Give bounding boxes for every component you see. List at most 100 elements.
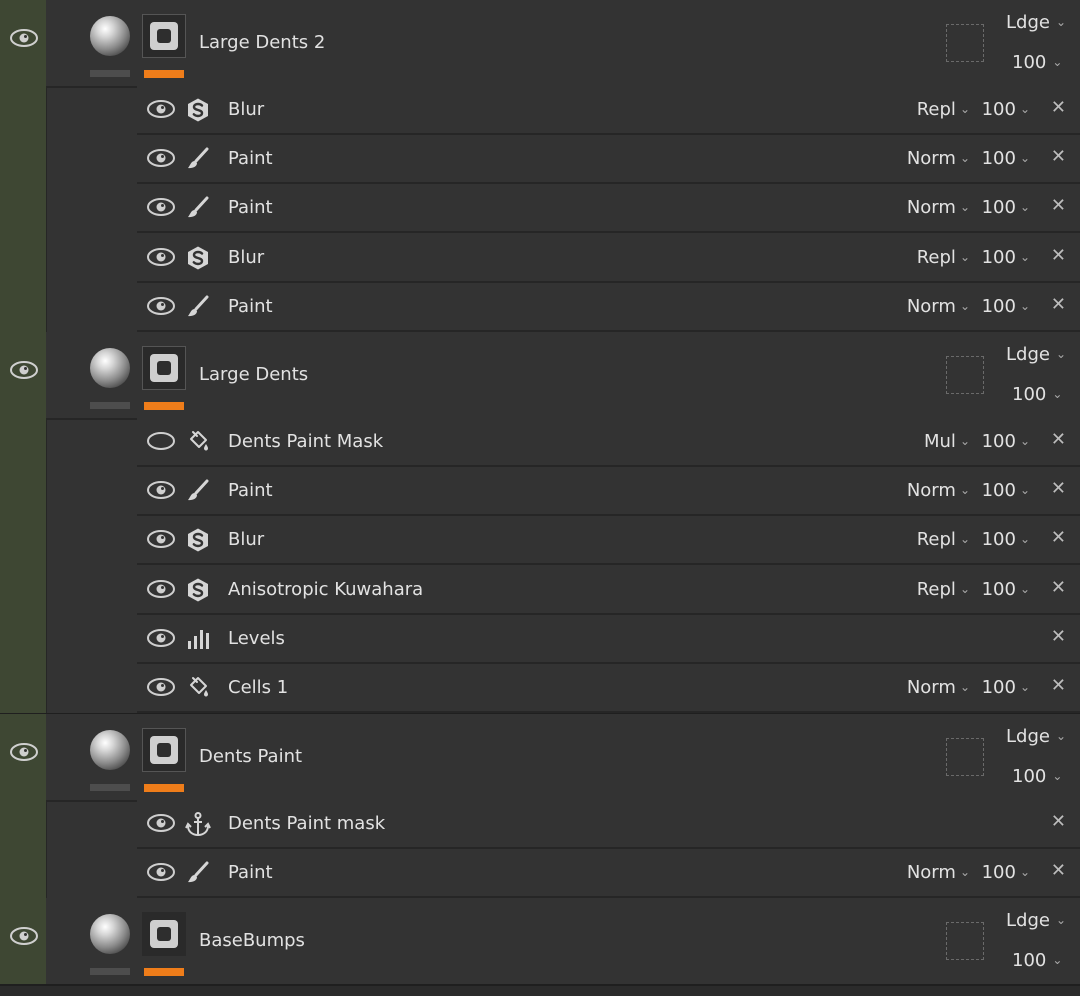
- material-preview-thumbnail[interactable]: [90, 914, 130, 954]
- channel-placeholder[interactable]: [946, 24, 984, 62]
- close-icon[interactable]: ✕: [1051, 245, 1066, 266]
- eye-icon[interactable]: [145, 812, 177, 834]
- effect-row[interactable]: Levels ✕: [137, 614, 1080, 664]
- blend-mode-dropdown[interactable]: Repl ⌄: [917, 529, 970, 550]
- opacity-dropdown[interactable]: 100 ⌄: [982, 431, 1030, 452]
- eye-icon[interactable]: [145, 627, 177, 649]
- close-icon[interactable]: ✕: [1051, 97, 1066, 118]
- group-blend-dropdown[interactable]: Ldge ⌄: [1006, 344, 1066, 365]
- blend-mode-dropdown[interactable]: Norm ⌄: [907, 480, 970, 501]
- effect-row[interactable]: Paint Norm ⌄ 100 ⌄ ✕: [137, 184, 1080, 234]
- opacity-dropdown[interactable]: 100 ⌄: [982, 247, 1030, 268]
- opacity-dropdown[interactable]: 100 ⌄: [982, 296, 1030, 317]
- effect-row[interactable]: Dents Paint mask ✕: [137, 800, 1080, 849]
- group-name[interactable]: Dents Paint: [199, 746, 302, 767]
- group-header[interactable]: Dents Paint Ldge ⌄ 100 ⌄: [46, 714, 1080, 802]
- channel-placeholder[interactable]: [946, 738, 984, 776]
- eye-icon[interactable]: [8, 27, 40, 49]
- eye-icon[interactable]: [8, 741, 40, 763]
- eye-icon[interactable]: [8, 925, 40, 947]
- blend-mode-dropdown[interactable]: Norm ⌄: [907, 862, 970, 883]
- blend-mode-dropdown[interactable]: Repl ⌄: [917, 99, 970, 120]
- effect-name[interactable]: Paint: [228, 148, 273, 169]
- blend-mode-dropdown[interactable]: Norm ⌄: [907, 296, 970, 317]
- close-icon[interactable]: ✕: [1051, 675, 1066, 696]
- opacity-dropdown[interactable]: 100 ⌄: [982, 480, 1030, 501]
- effect-name[interactable]: Cells 1: [228, 677, 288, 698]
- mask-thumbnail[interactable]: [142, 346, 186, 390]
- opacity-dropdown[interactable]: 100 ⌄: [982, 197, 1030, 218]
- effect-row[interactable]: Blur Repl ⌄ 100 ⌄ ✕: [137, 86, 1080, 135]
- effect-row[interactable]: Paint Norm ⌄ 100 ⌄ ✕: [137, 135, 1080, 185]
- material-preview-thumbnail[interactable]: [90, 348, 130, 388]
- effect-name[interactable]: Paint: [228, 296, 273, 317]
- group-name[interactable]: BaseBumps: [199, 930, 305, 951]
- opacity-dropdown[interactable]: 100 ⌄: [982, 529, 1030, 550]
- close-icon[interactable]: ✕: [1051, 811, 1066, 832]
- opacity-dropdown[interactable]: 100 ⌄: [982, 99, 1030, 120]
- eye-icon[interactable]: [145, 861, 177, 883]
- mask-thumbnail[interactable]: [142, 728, 186, 772]
- group-name[interactable]: Large Dents: [199, 364, 308, 385]
- close-icon[interactable]: ✕: [1051, 527, 1066, 548]
- eye-icon[interactable]: [8, 359, 40, 381]
- eye-icon[interactable]: [145, 98, 177, 120]
- eye-icon[interactable]: [145, 528, 177, 550]
- group-name[interactable]: Large Dents 2: [199, 32, 325, 53]
- effect-row[interactable]: Paint Norm ⌄ 100 ⌄ ✕: [137, 282, 1080, 332]
- blend-mode-dropdown[interactable]: Repl ⌄: [917, 579, 970, 600]
- opacity-dropdown[interactable]: 100 ⌄: [982, 862, 1030, 883]
- group-header[interactable]: Large Dents Ldge ⌄ 100 ⌄: [46, 332, 1080, 420]
- effect-name[interactable]: Paint: [228, 862, 273, 883]
- effect-name[interactable]: Paint: [228, 480, 273, 501]
- eye-icon[interactable]: [145, 147, 177, 169]
- eye-icon[interactable]: [145, 295, 177, 317]
- group-opacity-dropdown[interactable]: 100 ⌄: [1012, 384, 1062, 405]
- effect-row[interactable]: Anisotropic Kuwahara Repl ⌄ 100 ⌄ ✕: [137, 565, 1080, 615]
- close-icon[interactable]: ✕: [1051, 294, 1066, 315]
- effect-name[interactable]: Paint: [228, 197, 273, 218]
- close-icon[interactable]: ✕: [1051, 429, 1066, 450]
- eye-icon[interactable]: [145, 196, 177, 218]
- blend-mode-dropdown[interactable]: Repl ⌄: [917, 247, 970, 268]
- mask-thumbnail[interactable]: [142, 14, 186, 58]
- group-blend-dropdown[interactable]: Ldge ⌄: [1006, 12, 1066, 33]
- effect-name[interactable]: Anisotropic Kuwahara: [228, 579, 423, 600]
- close-icon[interactable]: ✕: [1051, 478, 1066, 499]
- effect-name[interactable]: Dents Paint Mask: [228, 431, 383, 452]
- effect-row[interactable]: Paint Norm ⌄ 100 ⌄ ✕: [137, 849, 1080, 899]
- group-blend-dropdown[interactable]: Ldge ⌄: [1006, 726, 1066, 747]
- close-icon[interactable]: ✕: [1051, 860, 1066, 881]
- group-blend-dropdown[interactable]: Ldge ⌄: [1006, 910, 1066, 931]
- group-opacity-dropdown[interactable]: 100 ⌄: [1012, 52, 1062, 73]
- eye-icon[interactable]: [145, 676, 177, 698]
- material-preview-thumbnail[interactable]: [90, 16, 130, 56]
- effect-row[interactable]: Blur Repl ⌄ 100 ⌄ ✕: [137, 233, 1080, 283]
- effect-name[interactable]: Blur: [228, 247, 264, 268]
- group-opacity-dropdown[interactable]: 100 ⌄: [1012, 766, 1062, 787]
- eye-icon[interactable]: [145, 246, 177, 268]
- effect-name[interactable]: Blur: [228, 529, 264, 550]
- blend-mode-dropdown[interactable]: Norm ⌄: [907, 148, 970, 169]
- close-icon[interactable]: ✕: [1051, 146, 1066, 167]
- effect-row[interactable]: Cells 1 Norm ⌄ 100 ⌄ ✕: [137, 664, 1080, 713]
- opacity-dropdown[interactable]: 100 ⌄: [982, 579, 1030, 600]
- group-header[interactable]: BaseBumps Ldge ⌄ 100 ⌄: [46, 898, 1080, 986]
- channel-placeholder[interactable]: [946, 922, 984, 960]
- opacity-dropdown[interactable]: 100 ⌄: [982, 148, 1030, 169]
- channel-placeholder[interactable]: [946, 356, 984, 394]
- blend-mode-dropdown[interactable]: Norm ⌄: [907, 197, 970, 218]
- eye-icon[interactable]: [145, 479, 177, 501]
- close-icon[interactable]: ✕: [1051, 577, 1066, 598]
- close-icon[interactable]: ✕: [1051, 626, 1066, 647]
- close-icon[interactable]: ✕: [1051, 195, 1066, 216]
- material-preview-thumbnail[interactable]: [90, 730, 130, 770]
- effect-row[interactable]: Blur Repl ⌄ 100 ⌄ ✕: [137, 516, 1080, 566]
- mask-thumbnail[interactable]: [142, 912, 186, 956]
- blend-mode-dropdown[interactable]: Mul ⌄: [924, 431, 970, 452]
- effect-row[interactable]: Paint Norm ⌄ 100 ⌄ ✕: [137, 467, 1080, 517]
- opacity-dropdown[interactable]: 100 ⌄: [982, 677, 1030, 698]
- eye-icon[interactable]: [145, 578, 177, 600]
- effect-name[interactable]: Blur: [228, 99, 264, 120]
- effect-name[interactable]: Levels: [228, 628, 285, 649]
